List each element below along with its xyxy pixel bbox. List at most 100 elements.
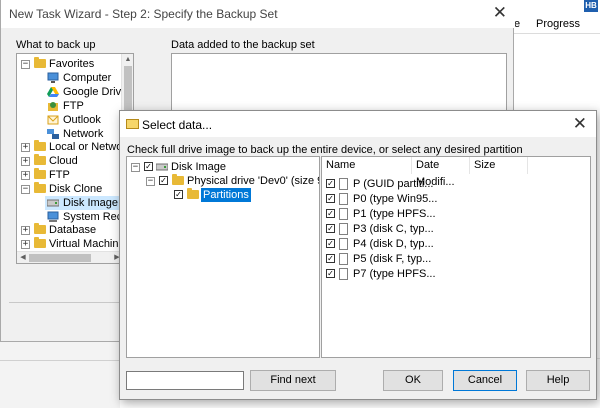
checkbox[interactable]: ✓ [326, 254, 335, 263]
tree-item-label: Disk Image [63, 197, 119, 209]
collapse-icon[interactable]: − [131, 163, 140, 172]
checkbox[interactable]: ✓ [326, 194, 335, 203]
list-item[interactable]: ✓ P0 (type Win95... [322, 192, 590, 206]
file-icon [339, 268, 348, 280]
disk-icon [46, 197, 60, 209]
list-item[interactable]: ✓ P3 (disk C, typ... [322, 222, 590, 236]
collapse-icon[interactable]: − [21, 60, 30, 69]
tree-item-label: Favorites [49, 58, 95, 70]
tree-item-label: FTP [63, 100, 84, 112]
list-item-label: P3 (disk C, typ... [353, 223, 434, 235]
partition-list[interactable]: Name Date Modifi... Size ✓ P (GUID parti… [321, 156, 591, 358]
computer-icon [47, 72, 59, 84]
list-item[interactable]: ✓ P5 (disk F, typ... [322, 252, 590, 266]
cancel-button[interactable]: Cancel [453, 370, 517, 391]
folder-icon [34, 223, 46, 234]
wizard-close-icon[interactable]: ✕ [493, 3, 507, 23]
column-header-size[interactable]: Size [470, 157, 528, 174]
system-icon [47, 211, 59, 223]
expand-icon[interactable]: + [21, 143, 30, 152]
tree-item-label: Network [63, 128, 104, 140]
folder-icon [34, 168, 46, 179]
select-data-dialog: Select data... ✕ Check full drive image … [119, 110, 597, 400]
file-icon [339, 178, 348, 190]
tree-item-label: Outlook [63, 114, 101, 126]
dialog-instructions: Check full drive image to back up the en… [127, 144, 523, 156]
folder-icon [187, 188, 199, 199]
folder-icon [126, 119, 139, 129]
tree-item-label: Database [49, 224, 97, 236]
tree-item-label: Partitions [201, 188, 251, 202]
background-divider [0, 360, 120, 361]
column-header-progress[interactable]: Progress [536, 18, 580, 30]
file-icon [339, 238, 348, 250]
dialog-titlebar: Select data... ✕ [120, 111, 596, 137]
scrollbar-thumb[interactable] [29, 254, 91, 262]
checkbox[interactable]: ✓ [326, 269, 335, 278]
dialog-close-icon[interactable]: ✕ [573, 114, 587, 134]
list-item-label: P1 (type HPFS... [353, 208, 436, 220]
collapse-icon[interactable]: − [21, 185, 30, 194]
folder-icon [34, 237, 46, 248]
tree-item-label: Cloud [49, 155, 78, 167]
what-to-back-up-label: What to back up [16, 39, 96, 51]
checkbox[interactable]: ✓ [144, 162, 153, 171]
disk-icon [155, 161, 169, 173]
expand-icon[interactable]: + [21, 171, 30, 180]
ok-button[interactable]: OK [383, 370, 443, 391]
list-item-label: P7 (type HPFS... [353, 268, 436, 280]
column-header-name[interactable]: Name [322, 157, 412, 174]
folder-icon [172, 174, 184, 185]
expand-icon[interactable]: + [21, 157, 30, 166]
file-icon [339, 208, 348, 220]
file-icon [339, 193, 348, 205]
tree-item-label: Disk Image [171, 161, 227, 173]
background-list-header: e Progress HB [514, 0, 600, 34]
scroll-up-icon[interactable]: ▲ [122, 54, 133, 66]
scroll-left-icon[interactable]: ◀ [17, 252, 29, 263]
checkbox[interactable]: ✓ [326, 179, 335, 188]
checkbox[interactable]: ✓ [326, 224, 335, 233]
checkbox[interactable]: ✓ [159, 176, 168, 185]
list-item[interactable]: ✓ P4 (disk D, typ... [322, 237, 590, 251]
collapse-icon[interactable]: − [146, 177, 155, 186]
tree-horizontal-scrollbar[interactable]: ◀ ▶ [17, 251, 133, 263]
list-item-label: P (GUID partiti... [353, 178, 434, 190]
help-button[interactable]: Help [526, 370, 590, 391]
find-input[interactable] [126, 371, 244, 390]
folder-icon [34, 154, 46, 165]
tree-item-label: Physical drive 'Dev0' (size 931.5 [187, 175, 319, 187]
ftp-icon [47, 100, 59, 112]
dialog-title: Select data... [142, 118, 213, 132]
data-added-label: Data added to the backup set [171, 39, 315, 51]
background-status-area [0, 340, 120, 408]
find-next-button[interactable]: Find next [250, 370, 336, 391]
folder-icon [34, 57, 46, 68]
list-item-label: P0 (type Win95... [353, 193, 438, 205]
tree-item-label: Virtual Machine [49, 238, 125, 250]
tree-item-label: Google Drive [63, 86, 128, 98]
google-drive-icon [47, 86, 59, 98]
expand-icon[interactable]: + [21, 226, 30, 235]
tree-item-label: Computer [63, 72, 112, 84]
list-item[interactable]: ✓ P1 (type HPFS... [322, 207, 590, 221]
drive-tree[interactable]: − ✓ Disk Image − ✓ Physical drive 'Dev0'… [126, 156, 320, 358]
expand-icon[interactable]: + [21, 240, 30, 249]
network-icon [47, 128, 59, 140]
checkbox[interactable]: ✓ [326, 209, 335, 218]
list-item[interactable]: ✓ P7 (type HPFS... [322, 267, 590, 281]
list-item[interactable]: ✓ P (GUID partiti... [322, 177, 590, 191]
backup-source-tree[interactable]: − Favorites Computer Google Drive FTP Ou… [16, 53, 134, 264]
tree-item-label: FTP [49, 169, 70, 181]
wizard-titlebar: New Task Wizard - Step 2: Specify the Ba… [1, 0, 515, 28]
file-icon [339, 253, 348, 265]
tree-item-disk-image[interactable]: Disk Image [45, 196, 123, 210]
column-header-date-modified[interactable]: Date Modifi... [412, 157, 470, 188]
wizard-title: New Task Wizard - Step 2: Specify the Ba… [9, 7, 278, 21]
tree-item-label: Disk Clone [49, 183, 103, 195]
checkbox[interactable]: ✓ [326, 239, 335, 248]
folder-icon [34, 140, 46, 151]
checkbox[interactable]: ✓ [174, 190, 183, 199]
list-item-label: P5 (disk F, typ... [353, 253, 432, 265]
list-item-label: P4 (disk D, typ... [353, 238, 434, 250]
